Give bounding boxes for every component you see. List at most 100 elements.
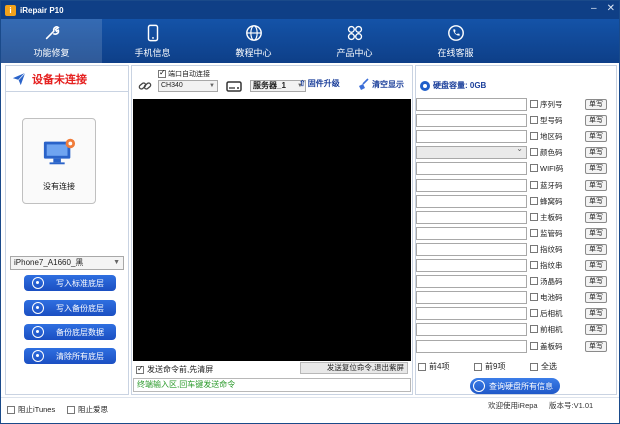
port-select[interactable]: CH340 ▼ <box>158 80 218 92</box>
field-input[interactable] <box>416 178 527 192</box>
minimize-icon[interactable]: – <box>591 3 597 15</box>
port-auto-connect-checkbox[interactable] <box>158 68 166 78</box>
field-checkbox[interactable] <box>530 132 538 141</box>
firmware-upgrade-button[interactable]: ⇧ 固件升级 <box>299 78 340 89</box>
button-label: 写入标准底层 <box>56 278 104 288</box>
single-write-button[interactable]: 单写 <box>585 163 607 175</box>
target-icon <box>32 326 44 338</box>
field-checkbox[interactable] <box>530 164 538 173</box>
single-write-button[interactable]: 单写 <box>585 243 607 255</box>
field-checkbox[interactable] <box>530 244 538 253</box>
field-checkbox[interactable] <box>530 180 538 189</box>
clear-all-button[interactable]: 清除所有底层 <box>24 348 116 364</box>
query-disk-button[interactable]: 查询硬盘所有信息 <box>470 378 560 394</box>
send-clear-option[interactable]: 发送命令前,先清屏 <box>136 364 213 375</box>
block-aisi-checkbox[interactable] <box>67 405 75 414</box>
field-input[interactable] <box>416 323 527 337</box>
field-row: 汤晶码 单写 <box>416 275 616 289</box>
device-card[interactable]: 没有连接 <box>22 118 96 204</box>
single-write-button[interactable]: 单写 <box>585 195 607 207</box>
field-input[interactable] <box>416 259 527 272</box>
single-write-button[interactable]: 单写 <box>585 99 607 110</box>
single-write-button[interactable]: 单写 <box>585 131 607 143</box>
nav-products[interactable]: 产品中心 <box>304 19 405 63</box>
field-checkbox[interactable] <box>530 228 538 237</box>
select-all[interactable]: 全选 <box>530 361 557 372</box>
field-input[interactable] <box>416 130 527 144</box>
port-selected-value: CH340 <box>161 82 183 89</box>
nav-repair[interactable]: 功能修复 <box>1 19 102 63</box>
target-icon <box>32 350 44 362</box>
port-auto-connect[interactable]: 端口自动连接 <box>158 68 210 79</box>
field-checkbox[interactable] <box>530 261 538 269</box>
select-first-9-checkbox[interactable] <box>474 362 482 371</box>
send-clear-checkbox[interactable] <box>136 364 144 374</box>
write-backup-button[interactable]: 写入备份底层 <box>24 300 116 316</box>
field-checkbox[interactable] <box>530 100 538 108</box>
field-label: 电池码 <box>540 293 563 303</box>
field-input[interactable] <box>416 162 527 176</box>
single-write-button[interactable]: 单写 <box>585 340 607 352</box>
field-input[interactable] <box>416 210 527 224</box>
field-row: WIFI码 单写 <box>416 162 616 176</box>
field-input[interactable] <box>416 291 527 305</box>
field-input[interactable] <box>416 98 527 111</box>
single-write-button[interactable]: 单写 <box>585 276 607 288</box>
field-checkbox[interactable] <box>530 341 538 350</box>
field-input[interactable] <box>416 339 527 353</box>
model-select[interactable]: iPhone7_A1660_黑 ▼ <box>10 256 124 270</box>
field-checkbox[interactable] <box>530 325 538 334</box>
top-nav: 功能修复 手机信息 教程中心 产品中心 在线客服 <box>1 19 619 63</box>
field-row: 盖板码 单写 <box>416 339 616 353</box>
globe-icon <box>245 24 262 41</box>
field-checkbox[interactable] <box>530 309 538 318</box>
clear-display-button[interactable]: 清空显示 <box>357 78 404 91</box>
single-write-button[interactable]: 单写 <box>585 179 607 191</box>
close-icon[interactable]: ✕ <box>607 3 615 15</box>
single-write-button[interactable]: 单写 <box>585 260 607 271</box>
field-input[interactable] <box>416 194 527 208</box>
field-checkbox[interactable] <box>530 148 538 157</box>
single-write-button[interactable]: 单写 <box>585 115 607 127</box>
backup-data-button[interactable]: 备份底层数据 <box>24 324 116 340</box>
single-write-button[interactable]: 单写 <box>585 227 607 239</box>
server-select[interactable]: 服务器_1 ▼ <box>250 80 306 92</box>
write-standard-button[interactable]: 写入标准底层 <box>24 275 116 291</box>
field-input[interactable] <box>416 307 527 321</box>
command-input[interactable]: 终端输入区,回车键发送命令 <box>133 378 411 392</box>
select-all-checkbox[interactable] <box>530 362 538 371</box>
nav-tutorial[interactable]: 教程中心 <box>203 19 304 63</box>
block-aisi-option[interactable]: 阻止爱思 <box>67 404 108 415</box>
field-checkbox[interactable] <box>530 196 538 205</box>
terminal-panel: 端口自动连接 CH340 ▼ 服务器_1 ▼ ⇧ 固件升级 清空显示 发送命令前… <box>131 65 413 395</box>
field-row: 颜色码 单写 <box>416 144 616 160</box>
field-checkbox[interactable] <box>530 277 538 286</box>
terminal-output[interactable] <box>133 99 411 361</box>
select-first-4[interactable]: 前4项 <box>418 361 449 372</box>
product-icon <box>347 25 362 40</box>
single-write-button[interactable]: 单写 <box>585 308 607 320</box>
field-checkbox[interactable] <box>530 212 538 221</box>
field-label: 型号码 <box>540 116 563 126</box>
field-checkbox[interactable] <box>530 116 538 125</box>
nav-phone-info[interactable]: 手机信息 <box>102 19 203 63</box>
button-label: 备份底层数据 <box>56 327 104 337</box>
field-input[interactable] <box>416 114 527 128</box>
send-reset-button[interactable]: 发送复位命令,退出紫屏 <box>300 362 408 374</box>
select-first-4-checkbox[interactable] <box>418 362 426 371</box>
field-input[interactable] <box>416 242 527 256</box>
select-first-4-label: 前4项 <box>429 362 450 371</box>
field-input[interactable] <box>416 226 527 240</box>
nav-support[interactable]: 在线客服 <box>405 19 506 63</box>
field-checkbox[interactable] <box>530 293 538 302</box>
block-itunes-option[interactable]: 阻止iTunes <box>7 404 55 415</box>
field-input[interactable] <box>416 275 527 289</box>
single-write-button[interactable]: 单写 <box>585 292 607 304</box>
single-write-button[interactable]: 单写 <box>585 324 607 336</box>
select-first-9[interactable]: 前9项 <box>474 361 505 372</box>
single-write-button[interactable]: 单写 <box>585 147 607 159</box>
single-write-button[interactable]: 单写 <box>585 211 607 223</box>
nav-label: 教程中心 <box>235 47 272 58</box>
field-input[interactable] <box>416 144 527 160</box>
block-itunes-checkbox[interactable] <box>7 405 15 414</box>
